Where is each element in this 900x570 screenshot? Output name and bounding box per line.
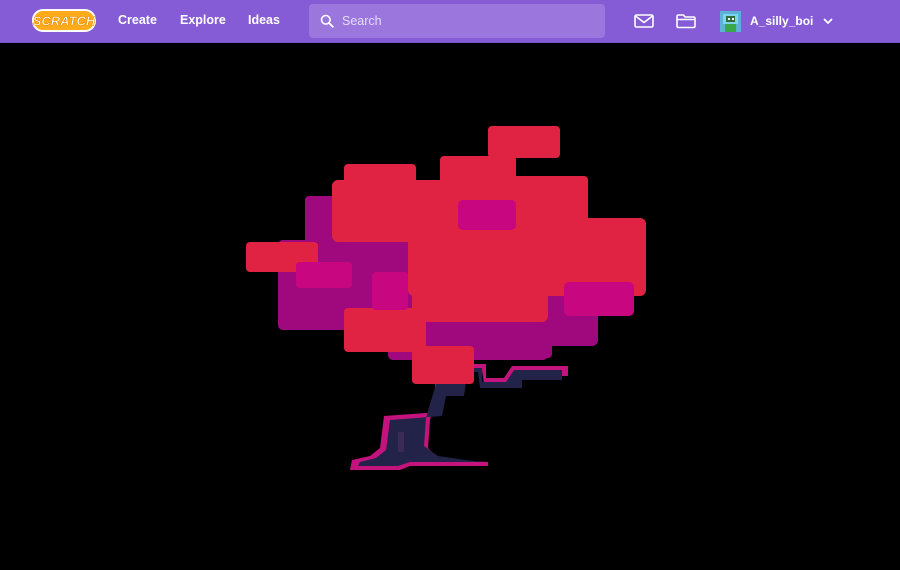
search-box[interactable]	[309, 4, 605, 38]
search-input[interactable]	[342, 4, 597, 38]
nav-ideas[interactable]: Ideas	[248, 12, 280, 28]
scratch-logo-icon: SCRATCH	[32, 9, 96, 32]
chevron-down-icon	[823, 18, 833, 24]
top-nav-bar: SCRATCH Create Explore Ideas A_silly_boi	[0, 0, 900, 43]
pixel-tree-artwork	[246, 126, 646, 470]
scratch-logo[interactable]: SCRATCH	[31, 7, 97, 34]
nav-explore[interactable]: Explore	[180, 12, 226, 28]
account-menu[interactable]: A_silly_boi	[720, 10, 834, 32]
folder-icon[interactable]	[674, 9, 698, 33]
user-avatar	[720, 10, 741, 32]
project-stage	[0, 44, 900, 570]
nav-create[interactable]: Create	[118, 12, 157, 28]
logo-text: SCRATCH	[33, 14, 96, 29]
search-icon	[320, 14, 334, 28]
envelope-icon[interactable]	[632, 9, 656, 33]
username: A_silly_boi	[750, 14, 814, 28]
